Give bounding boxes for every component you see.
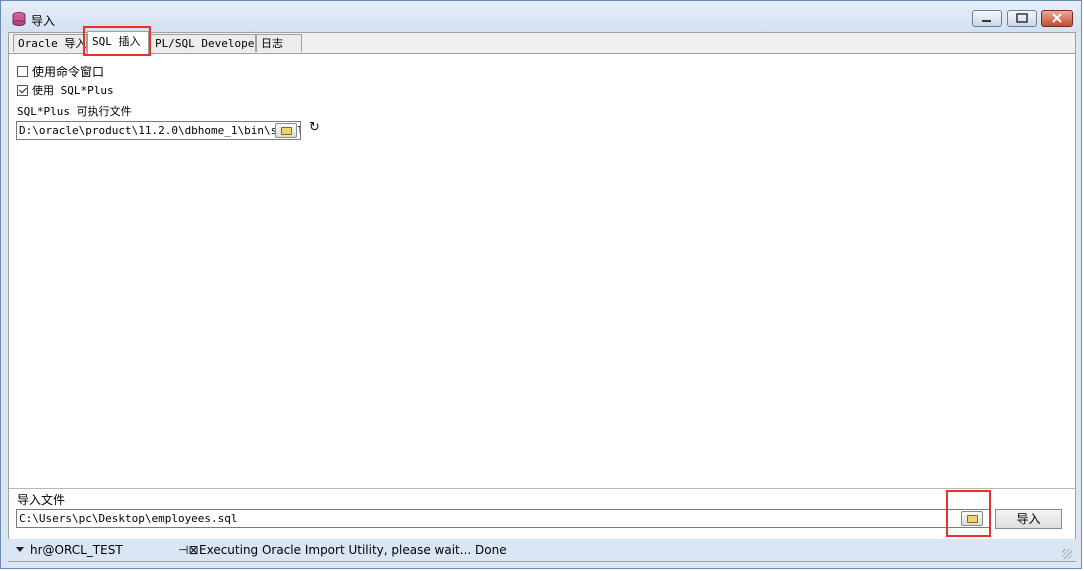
refresh-icon[interactable]: ↻ bbox=[309, 121, 321, 134]
status-bar: hr@ORCL_TEST ⊣⊠ Executing Oracle Import … bbox=[8, 539, 1076, 561]
tab-oracle-import[interactable]: Oracle 导入 bbox=[13, 34, 87, 52]
import-button[interactable]: 导入 bbox=[995, 509, 1062, 529]
close-icon bbox=[1052, 13, 1062, 23]
divider bbox=[9, 488, 1075, 489]
close-button[interactable] bbox=[1041, 10, 1073, 27]
tab-plsql-developer[interactable]: PL/SQL Developer bbox=[150, 34, 261, 52]
import-file-input[interactable]: C:\Users\pc\Desktop\employees.sql bbox=[16, 509, 991, 528]
folder-open-icon bbox=[281, 127, 292, 135]
sqlplus-browse-button[interactable] bbox=[275, 123, 297, 138]
dropdown-arrow-icon[interactable] bbox=[16, 547, 24, 552]
import-file-browse-button[interactable] bbox=[961, 511, 983, 526]
dialog-body: Oracle 导入 SQL 插入 PL/SQL Developer 日志 使用命… bbox=[8, 31, 1076, 562]
database-icon bbox=[12, 12, 26, 26]
tab-log[interactable]: 日志 bbox=[256, 34, 302, 52]
status-message: Executing Oracle Import Utility, please … bbox=[199, 543, 507, 557]
import-window: 导入 Oracle 导入 SQL 插入 PL/SQL Developer 日志 … bbox=[0, 0, 1082, 569]
use-sqlplus-option[interactable]: 使用 SQL*Plus bbox=[17, 82, 114, 98]
restore-icon bbox=[1016, 13, 1028, 23]
use-command-window-option[interactable]: 使用命令窗口 bbox=[17, 63, 104, 79]
maximize-button[interactable] bbox=[1007, 10, 1037, 27]
minimize-icon bbox=[982, 20, 991, 22]
use-sqlplus-label: 使用 SQL*Plus bbox=[32, 84, 114, 97]
sqlplus-exe-label: SQL*Plus 可执行文件 bbox=[17, 105, 132, 118]
window-title: 导入 bbox=[31, 14, 56, 28]
folder-open-icon bbox=[967, 515, 978, 523]
sqlplus-exe-input[interactable]: D:\oracle\product\11.2.0\dbhome_1\bin\sq… bbox=[16, 121, 301, 140]
tab-strip: Oracle 导入 SQL 插入 PL/SQL Developer 日志 bbox=[9, 31, 1075, 54]
tab-sql-insert[interactable]: SQL 插入 bbox=[87, 31, 149, 54]
pin-icon: ⊣⊠ bbox=[178, 543, 199, 557]
use-command-window-checkbox[interactable] bbox=[17, 65, 28, 77]
title-bar[interactable]: 导入 bbox=[1, 1, 1081, 33]
use-sqlplus-checkbox[interactable] bbox=[17, 84, 28, 96]
minimize-button[interactable] bbox=[972, 10, 1002, 27]
connection-selector[interactable]: hr@ORCL_TEST bbox=[30, 543, 123, 557]
import-file-label: 导入文件 bbox=[17, 493, 66, 507]
resize-grip[interactable] bbox=[1062, 549, 1072, 559]
use-command-window-label: 使用命令窗口 bbox=[32, 64, 105, 79]
